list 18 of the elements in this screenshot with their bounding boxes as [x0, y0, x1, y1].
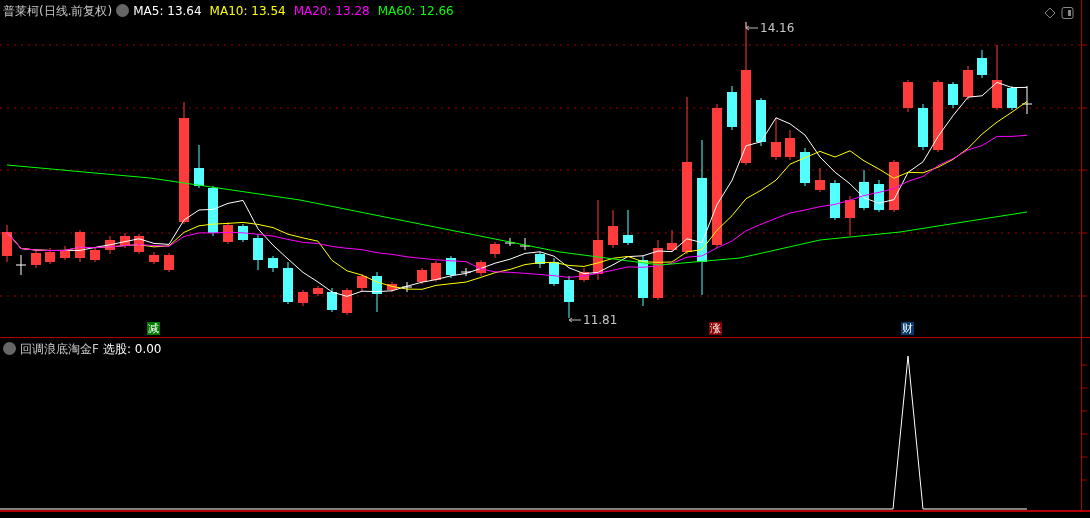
signal-badge: 涨	[709, 322, 722, 335]
signal-badge: 财	[901, 322, 914, 335]
price-label: 11.81	[583, 313, 618, 327]
diamond-icon[interactable]	[1044, 7, 1056, 19]
signal-badge: 减	[147, 322, 160, 335]
leader-line	[745, 21, 759, 31]
moving-average-value: MA20: 13.28	[293, 4, 370, 18]
dropdown-icon[interactable]	[3, 342, 16, 355]
price-label: 14.16	[760, 21, 795, 35]
leader-line	[568, 317, 582, 323]
panel-toggle-icon[interactable]	[1061, 7, 1074, 19]
moving-average-value: MA10: 13.54	[209, 4, 286, 18]
dropdown-icon[interactable]	[116, 4, 130, 17]
moving-average-value: MA60: 12.66	[377, 4, 454, 18]
chart-title: 普莱柯(日线.前复权)	[3, 4, 113, 18]
indicator-value: 选股: 0.00	[102, 342, 162, 356]
indicator-name: 回调浪底淘金F	[20, 342, 99, 356]
moving-average-value: MA5: 13.64	[133, 4, 202, 18]
